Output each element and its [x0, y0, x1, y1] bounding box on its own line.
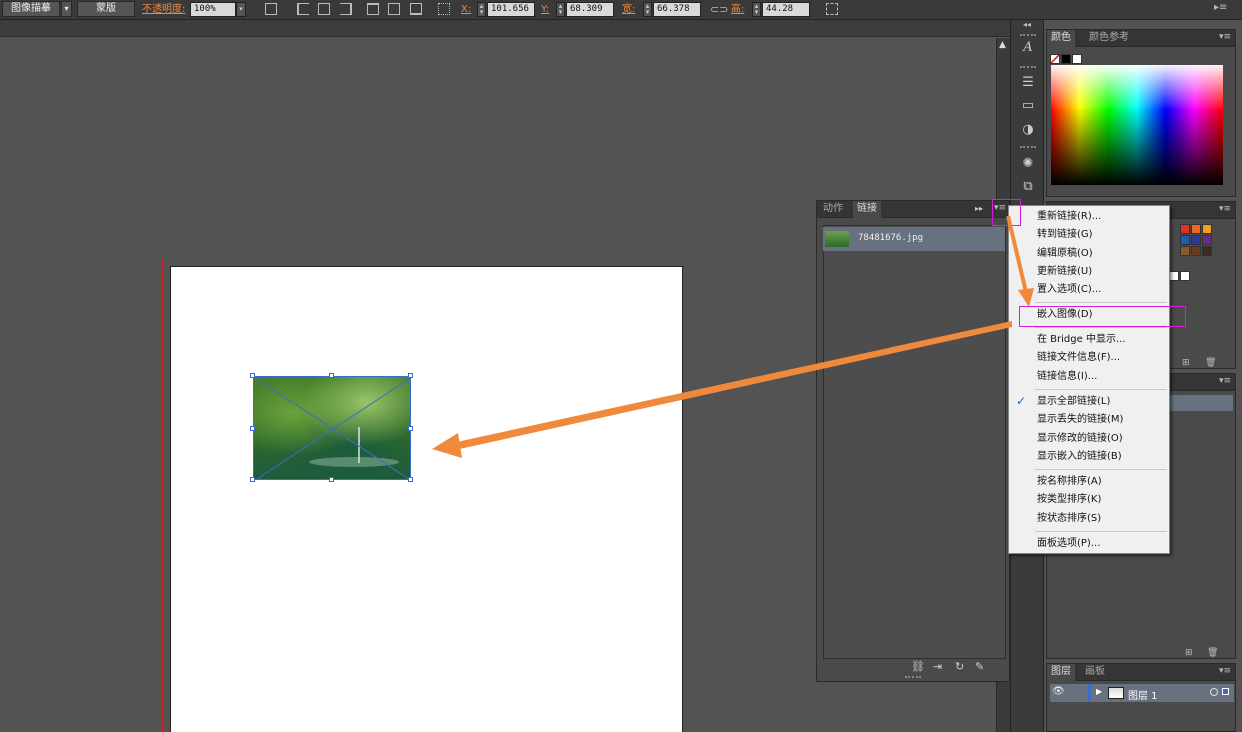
annotation-arrows — [432, 215, 1034, 458]
